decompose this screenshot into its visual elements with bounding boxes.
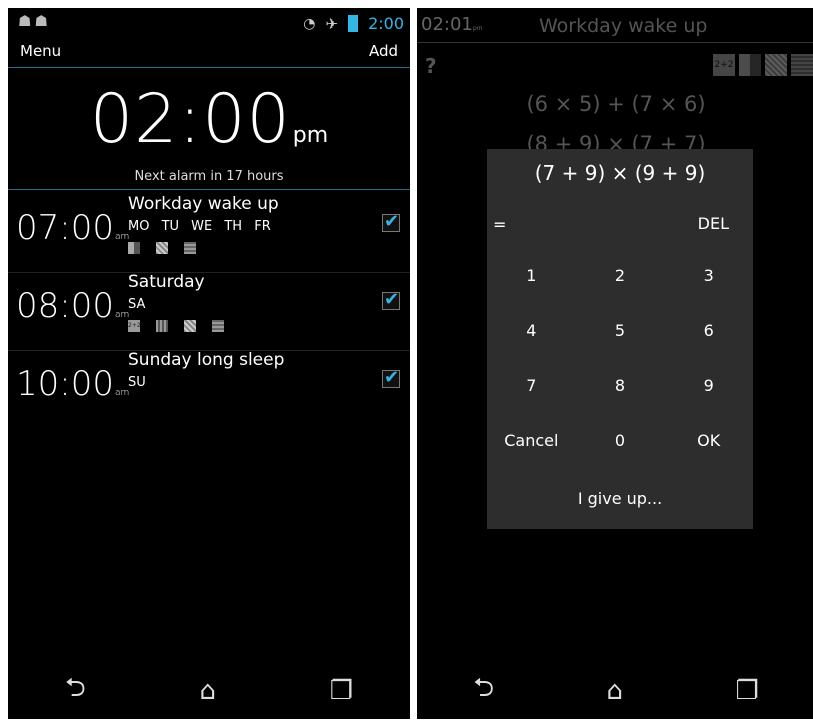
pattern-puzzle-icon xyxy=(184,320,196,332)
alarm-title: Saturday xyxy=(128,272,205,292)
answer-field[interactable]: = xyxy=(493,215,506,234)
alarm-enabled-checkbox[interactable] xyxy=(382,289,400,310)
recents-icon[interactable]: ❐ xyxy=(735,676,758,706)
alarm-enabled-checkbox[interactable] xyxy=(382,367,400,388)
status-bar: ☗☗ ◔ ✈ 2:00 xyxy=(8,8,410,38)
text-puzzle-icon xyxy=(184,242,196,254)
memory-puzzle-icon xyxy=(739,54,761,76)
background-problem: (6 × 5) + (7 × 6) xyxy=(526,92,706,116)
key-2[interactable]: 2 xyxy=(576,248,665,303)
navigation-bar: ⮌ ⌂ ❐ xyxy=(8,663,410,719)
alarm-row-workday[interactable]: 07:00am Workday wake up MO TU WE TH FR xyxy=(8,194,410,273)
alarm-days: SA xyxy=(128,297,146,312)
math-puzzle-dialog: (7 + 9) × (9 + 9) = DEL 1 2 3 4 5 6 7 8 … xyxy=(487,149,753,529)
alarm-list-screen: ☗☗ ◔ ✈ 2:00 Menu Add 02:00pm Next alarm … xyxy=(8,8,410,719)
action-bar: Menu Add xyxy=(8,42,410,66)
key-8[interactable]: 8 xyxy=(576,358,665,413)
text-puzzle-icon xyxy=(212,320,224,332)
puzzle-screen: 02:01pm Workday wake up ? 2+2 (6 × 5) + … xyxy=(417,8,813,719)
battery-icon xyxy=(348,15,359,32)
next-alarm-text: Next alarm in 17 hours xyxy=(134,169,284,184)
alarm-time: 08:00am xyxy=(16,286,129,326)
alarm-row-sunday[interactable]: 10:00am Sunday long sleep SU xyxy=(8,350,410,428)
numeric-keypad: 1 2 3 4 5 6 7 8 9 Cancel 0 OK xyxy=(487,248,753,468)
alarm-days: SU xyxy=(128,375,146,390)
clock-ampm: pm xyxy=(292,123,329,148)
key-3[interactable]: 3 xyxy=(664,248,753,303)
home-icon[interactable]: ⌂ xyxy=(200,676,217,706)
alarm-time-value: 10:00 xyxy=(16,364,114,404)
pattern-puzzle-icon xyxy=(765,54,787,76)
status-time: 2:00 xyxy=(368,14,404,33)
help-icon[interactable]: ? xyxy=(425,54,437,78)
home-icon[interactable]: ⌂ xyxy=(606,676,623,706)
back-icon[interactable]: ⮌ xyxy=(65,669,86,713)
back-icon[interactable]: ⮌ xyxy=(473,669,494,713)
divider xyxy=(8,189,410,190)
current-time-clock: 02:00pm xyxy=(8,80,410,159)
puzzle-alarm-title: Workday wake up xyxy=(539,15,708,37)
status-right: ◔ ✈ 2:00 xyxy=(303,14,404,33)
puzzle-ampm: pm xyxy=(472,25,483,32)
puzzle-question: (7 + 9) × (9 + 9) xyxy=(534,161,706,185)
math-puzzle-icon: 2+2 xyxy=(713,54,735,76)
alarm-time-value: 08:00 xyxy=(16,286,114,326)
puzzle-type-icons: 2+2 xyxy=(713,54,813,76)
divider xyxy=(8,67,410,68)
ok-button[interactable]: OK xyxy=(664,413,753,468)
delete-button[interactable]: DEL xyxy=(698,214,729,233)
menu-button[interactable]: Menu xyxy=(20,42,61,60)
key-0[interactable]: 0 xyxy=(576,413,665,468)
give-up-button[interactable]: I give up... xyxy=(487,489,753,508)
add-alarm-button[interactable]: Add xyxy=(369,42,398,60)
navigation-bar: ⮌ ⌂ ❐ xyxy=(417,663,813,719)
key-6[interactable]: 6 xyxy=(664,303,753,358)
puzzle-header: 02:01pm Workday wake up xyxy=(417,8,813,43)
pattern-puzzle-icon xyxy=(156,242,168,254)
alarm-row-saturday[interactable]: 08:00am Saturday SA 2+2 xyxy=(8,272,410,351)
airplane-icon: ✈ xyxy=(325,14,339,33)
alarm-time: 07:00am xyxy=(16,208,129,248)
memory-puzzle-icon xyxy=(128,242,140,254)
recents-icon[interactable]: ❐ xyxy=(330,676,353,706)
key-5[interactable]: 5 xyxy=(576,303,665,358)
key-9[interactable]: 9 xyxy=(664,358,753,413)
cancel-button[interactable]: Cancel xyxy=(487,413,576,468)
key-1[interactable]: 1 xyxy=(487,248,576,303)
key-7[interactable]: 7 xyxy=(487,358,576,413)
alarm-title: Workday wake up xyxy=(128,194,279,214)
android-notification-icons: ☗☗ xyxy=(18,12,51,30)
wifi-icon: ◔ xyxy=(303,15,316,32)
clock-time: 02:00 xyxy=(89,80,291,159)
math-puzzle-icon: 2+2 xyxy=(128,320,141,332)
puzzle-clock: 02:01pm xyxy=(421,14,483,35)
puzzle-types xyxy=(128,242,196,254)
alarm-days: MO TU WE TH FR xyxy=(128,219,271,234)
alarm-enabled-checkbox[interactable] xyxy=(382,211,400,232)
barcode-puzzle-icon xyxy=(156,320,168,332)
alarm-time-value: 07:00 xyxy=(16,208,114,248)
alarm-time: 10:00am xyxy=(16,364,129,404)
alarm-title: Sunday long sleep xyxy=(128,350,285,370)
puzzle-types: 2+2 xyxy=(128,320,224,332)
text-puzzle-icon xyxy=(791,54,813,76)
key-4[interactable]: 4 xyxy=(487,303,576,358)
puzzle-time: 02:01 xyxy=(421,14,473,35)
